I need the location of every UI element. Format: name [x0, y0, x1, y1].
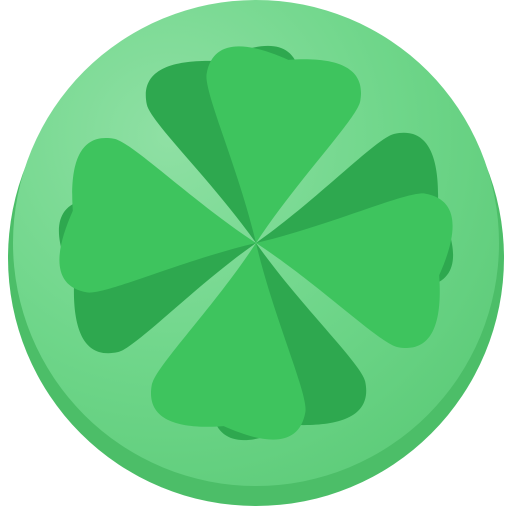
app-icon — [0, 0, 512, 512]
clover-icon — [8, 0, 504, 506]
